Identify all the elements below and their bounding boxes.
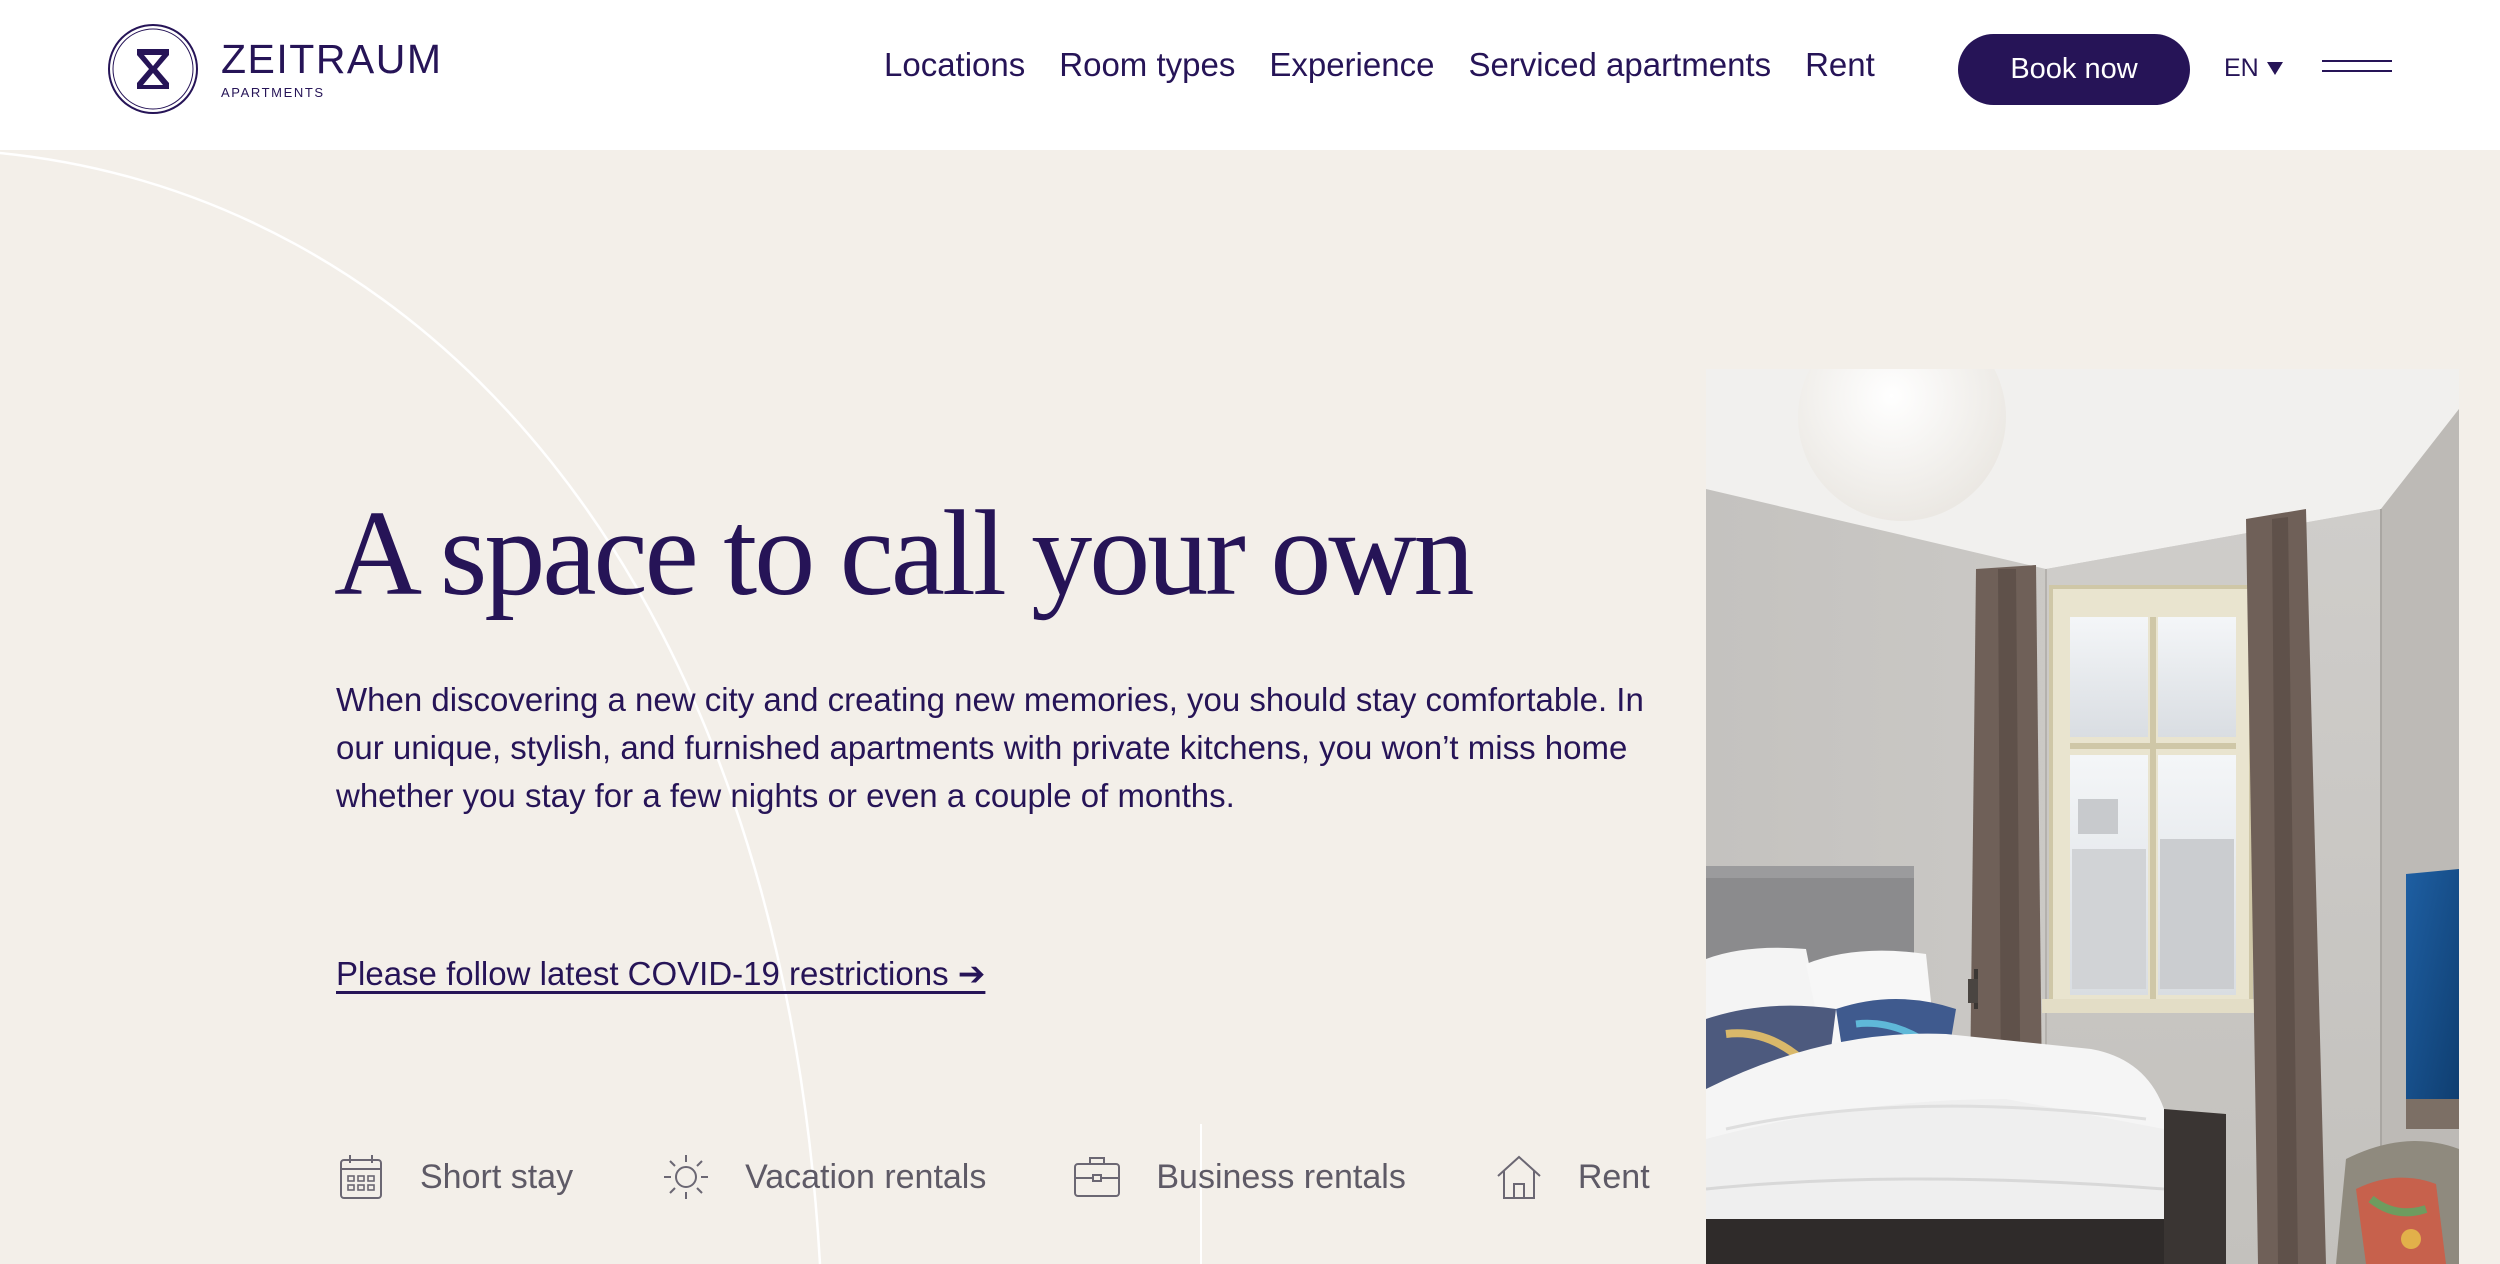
brand-logo[interactable]: ZEITRAUM APARTMENTS bbox=[107, 23, 443, 115]
menu-line bbox=[2322, 70, 2392, 72]
bedroom-illustration bbox=[1706, 369, 2459, 1264]
sun-icon bbox=[664, 1155, 709, 1199]
stay-type-list: Short stay Vacation rentals Business ren… bbox=[336, 1152, 1650, 1202]
caret-down-icon bbox=[2266, 62, 2283, 75]
feature-label: Short stay bbox=[420, 1157, 574, 1196]
menu-line bbox=[2322, 60, 2392, 62]
nav-item-serviced-apartments[interactable]: Serviced apartments bbox=[1468, 46, 1771, 84]
feature-rent[interactable]: Rent bbox=[1494, 1152, 1650, 1202]
language-selector[interactable]: EN bbox=[2224, 54, 2283, 83]
briefcase-icon bbox=[1074, 1157, 1121, 1197]
brand-subtitle: APARTMENTS bbox=[221, 85, 325, 100]
nav-item-room-types[interactable]: Room types bbox=[1059, 46, 1235, 84]
feature-vacation-rentals[interactable]: Vacation rentals bbox=[661, 1152, 986, 1202]
site-header: ZEITRAUM APARTMENTS Locations Room types… bbox=[0, 0, 2500, 150]
brand-name: ZEITRAUM bbox=[221, 36, 443, 82]
hero-description: When discovering a new city and creating… bbox=[336, 681, 1644, 814]
bedroom-photo bbox=[1706, 369, 2459, 1264]
main-nav: Locations Room types Experience Serviced… bbox=[884, 46, 1875, 84]
covid-restrictions-link[interactable]: Please follow latest COVID-19 restrictio… bbox=[336, 954, 985, 993]
hourglass-logo-icon bbox=[108, 24, 198, 114]
hero-title: A space to call your own bbox=[334, 486, 1475, 621]
feature-short-stay[interactable]: Short stay bbox=[336, 1152, 573, 1202]
nav-item-experience[interactable]: Experience bbox=[1269, 46, 1434, 84]
language-code: EN bbox=[2224, 54, 2259, 82]
hamburger-menu-icon[interactable] bbox=[2322, 60, 2392, 78]
feature-label: Vacation rentals bbox=[745, 1157, 987, 1196]
nav-item-locations[interactable]: Locations bbox=[884, 46, 1025, 84]
book-now-button[interactable]: Book now bbox=[1958, 34, 2190, 105]
calendar-icon bbox=[340, 1155, 382, 1199]
feature-business-rentals[interactable]: Business rentals bbox=[1072, 1152, 1406, 1202]
nav-item-rent[interactable]: Rent bbox=[1805, 46, 1875, 84]
feature-label: Business rentals bbox=[1156, 1157, 1406, 1196]
house-icon bbox=[1497, 1155, 1541, 1199]
feature-label: Rent bbox=[1577, 1157, 1650, 1196]
